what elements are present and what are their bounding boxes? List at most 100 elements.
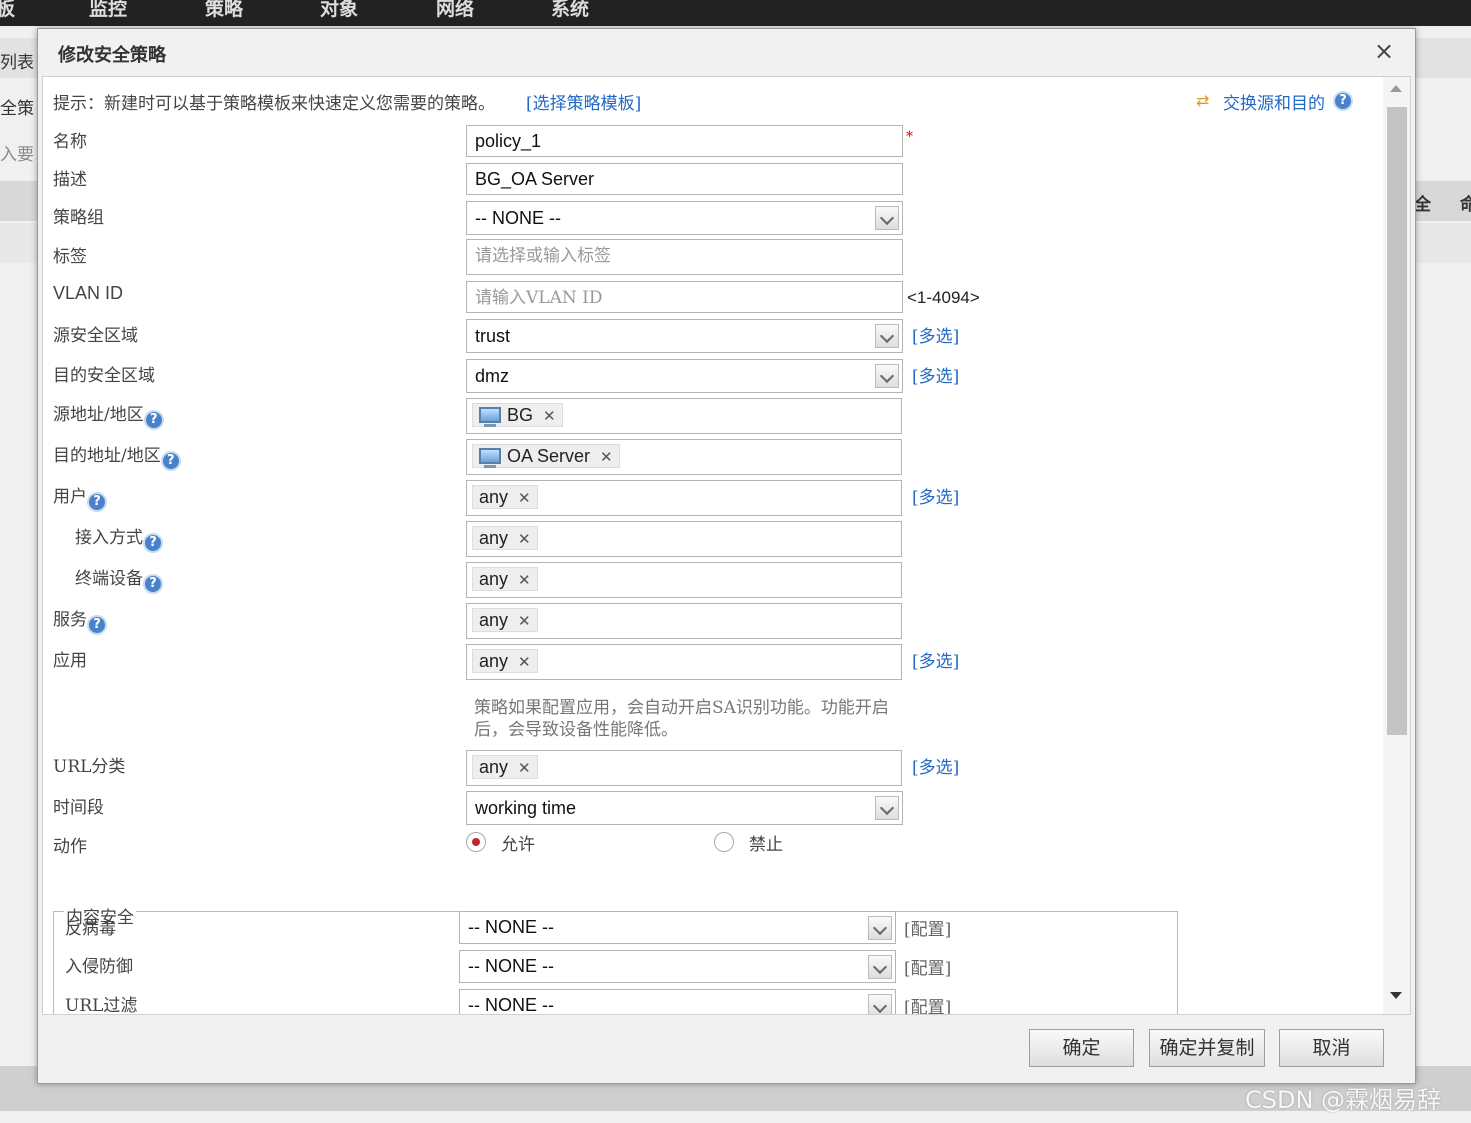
close-icon[interactable]: × [1374, 37, 1394, 65]
select-template-link[interactable]: [选择策略模板] [526, 89, 641, 114]
bg-policy-label: 全策 [0, 99, 34, 119]
chevron-down-icon[interactable] [868, 955, 892, 979]
required-mark: * [906, 129, 913, 145]
antivirus-value: -- NONE -- [468, 917, 554, 937]
source-zone-multiselect-link[interactable]: [多选] [912, 322, 959, 347]
vlan-id-label: VLAN ID [53, 283, 124, 303]
intrusion-prevention-config-link[interactable]: [配置] [904, 954, 951, 979]
chip-label: OA Server [507, 446, 591, 466]
antivirus-config-link[interactable]: [配置] [904, 915, 951, 940]
scroll-down-arrow-icon[interactable] [1390, 992, 1402, 999]
remove-icon[interactable]: ✕ [518, 571, 531, 589]
remove-icon[interactable]: ✕ [518, 759, 531, 777]
remove-icon[interactable]: ✕ [518, 612, 531, 630]
vertical-scrollbar[interactable] [1383, 77, 1410, 1014]
url-category-input[interactable]: any ✕ [466, 750, 902, 786]
nav-item-monitor[interactable]: 监控 [89, 0, 127, 21]
source-zone-select[interactable]: trust [466, 319, 903, 353]
intrusion-prevention-select[interactable]: -- NONE -- [459, 950, 896, 983]
chip-label: any [479, 610, 509, 630]
chip-label: any [479, 757, 509, 777]
permit-radio[interactable] [466, 832, 486, 852]
application-note-line2: 后，会导致设备性能降低。 [474, 720, 678, 740]
nav-item-object[interactable]: 对象 [320, 0, 358, 21]
url-filter-label: URL过滤 [65, 996, 138, 1015]
policy-group-select[interactable]: -- NONE -- [466, 201, 903, 235]
help-icon[interactable]: ? [1333, 91, 1353, 111]
help-icon[interactable]: ? [87, 615, 107, 635]
swap-source-destination-link[interactable]: 交换源和目的 [1223, 89, 1325, 114]
top-navigation-bar: 板 监控 策略 对象 网络 系统 [0, 0, 1471, 26]
service-label-text: 服务 [53, 610, 87, 630]
antivirus-select[interactable]: -- NONE -- [459, 911, 896, 944]
user-input[interactable]: any ✕ [466, 480, 902, 516]
cancel-button[interactable]: 取消 [1279, 1029, 1384, 1067]
chevron-down-icon[interactable] [875, 796, 899, 820]
access-method-label-text: 接入方式 [75, 528, 143, 548]
user-multiselect-link[interactable]: [多选] [912, 483, 959, 508]
remove-icon[interactable]: ✕ [600, 448, 613, 466]
nav-item-dashboard[interactable]: 板 [0, 0, 15, 21]
url-filter-config-link[interactable]: [配置] [904, 993, 951, 1014]
vlan-id-placeholder: 请输入VLAN ID [475, 288, 603, 308]
dialog-content: 提示：新建时可以基于策略模板来快速定义您需要的策略。 [选择策略模板] ⇄ 交换… [42, 76, 1411, 1015]
nav-item-system[interactable]: 系统 [551, 0, 589, 21]
terminal-device-label-text: 终端设备 [75, 569, 143, 589]
chevron-down-icon[interactable] [875, 364, 899, 388]
chevron-down-icon[interactable] [868, 994, 892, 1014]
scrollbar-thumb[interactable] [1387, 107, 1407, 735]
destination-zone-label: 目的安全区域 [53, 366, 155, 386]
destination-zone-select[interactable]: dmz [466, 359, 903, 393]
user-chip: any ✕ [472, 485, 538, 509]
help-icon[interactable]: ? [143, 410, 164, 430]
help-icon[interactable]: ? [143, 574, 163, 594]
ok-button[interactable]: 确定 [1029, 1029, 1134, 1067]
remove-icon[interactable]: ✕ [518, 489, 531, 507]
remove-icon[interactable]: ✕ [543, 407, 556, 425]
url-filter-select[interactable]: -- NONE -- [459, 989, 896, 1014]
source-address-input[interactable]: BG ✕ [466, 398, 902, 434]
name-input[interactable]: policy_1 [466, 125, 903, 157]
policy-group-value: -- NONE -- [475, 208, 561, 228]
source-zone-value: trust [475, 326, 511, 346]
destination-zone-multiselect-link[interactable]: [多选] [912, 362, 959, 387]
access-method-input[interactable]: any ✕ [466, 521, 902, 557]
description-input[interactable]: BG_OA Server [466, 163, 903, 195]
remove-icon[interactable]: ✕ [518, 653, 531, 671]
bg-column-header: 全 [1414, 195, 1431, 215]
terminal-device-input[interactable]: any ✕ [466, 562, 902, 598]
url-category-multiselect-link[interactable]: [多选] [912, 753, 959, 778]
chevron-down-icon[interactable] [868, 916, 892, 940]
application-chip: any ✕ [472, 649, 538, 673]
watermark: CSDN @霖烟易辞 [1245, 1086, 1442, 1114]
service-input[interactable]: any ✕ [466, 603, 902, 639]
chip-label: any [479, 528, 509, 548]
deny-radio[interactable] [714, 832, 734, 852]
vlan-id-input[interactable]: 请输入VLAN ID [466, 281, 903, 313]
user-label: 用户? [53, 482, 107, 512]
terminal-device-label: 终端设备? [75, 564, 163, 594]
help-icon[interactable]: ? [160, 451, 181, 471]
tag-input[interactable]: 请选择或输入标签 [466, 239, 903, 275]
description-input-value: BG_OA Server [475, 169, 595, 189]
destination-address-input[interactable]: OA Server ✕ [466, 439, 902, 475]
nav-item-policy[interactable]: 策略 [205, 0, 243, 21]
url-category-label: URL分类 [53, 757, 126, 777]
nav-item-network[interactable]: 网络 [436, 0, 474, 21]
source-address-label: 源地址/地区? [53, 400, 164, 430]
ok-and-copy-button[interactable]: 确定并复制 [1149, 1029, 1265, 1067]
chip-label: any [479, 569, 509, 589]
application-multiselect-link[interactable]: [多选] [912, 647, 959, 672]
schedule-select[interactable]: working time [466, 791, 903, 825]
application-input[interactable]: any ✕ [466, 644, 902, 680]
computer-icon [479, 407, 501, 427]
chevron-down-icon[interactable] [875, 206, 899, 230]
scroll-up-arrow-icon[interactable] [1390, 85, 1402, 92]
chevron-down-icon[interactable] [875, 324, 899, 348]
bg-list-label: 列表 [0, 53, 34, 73]
help-icon[interactable]: ? [87, 492, 107, 512]
swap-icon: ⇄ [1196, 91, 1210, 110]
remove-icon[interactable]: ✕ [518, 530, 531, 548]
application-label: 应用 [53, 651, 87, 671]
help-icon[interactable]: ? [143, 533, 163, 553]
